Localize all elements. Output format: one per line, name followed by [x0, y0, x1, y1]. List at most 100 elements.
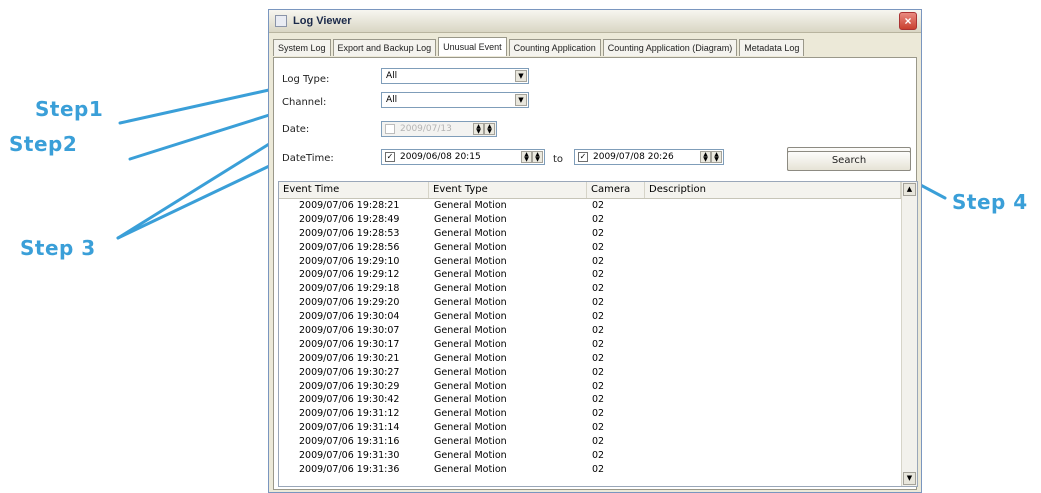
event-time-cell: 2009/07/06 19:31:30 [299, 450, 400, 462]
table-row[interactable]: 2009/07/06 19:29:12 General Motion 02 [279, 268, 901, 282]
camera-cell: 02 [592, 352, 605, 364]
vertical-scrollbar[interactable]: ▲ ▼ [901, 182, 917, 486]
event-type-cell: General Motion [434, 213, 507, 225]
event-time-cell: 2009/07/06 19:31:12 [299, 408, 400, 420]
datetime-from-value: 2009/06/08 20:15 [400, 152, 481, 162]
event-type-cell: General Motion [434, 325, 507, 337]
table-row[interactable]: 2009/07/06 19:30:21 General Motion 02 [279, 352, 901, 366]
tab-system-log[interactable]: System Log [273, 39, 331, 56]
event-type-cell: General Motion [434, 436, 507, 448]
table-row[interactable]: 2009/07/06 19:29:20 General Motion 02 [279, 296, 901, 310]
table-row[interactable]: 2009/07/06 19:30:17 General Motion 02 [279, 338, 901, 352]
table-row[interactable]: 2009/07/06 19:29:10 General Motion 02 [279, 255, 901, 269]
window-title: Log Viewer [293, 15, 352, 27]
camera-cell: 02 [592, 422, 605, 434]
table-row[interactable]: 2009/07/06 19:31:36 General Motion 02 [279, 463, 901, 477]
step3-pointer-date [116, 134, 284, 240]
spin-arrows-icon[interactable]: ▲ ▼ [473, 123, 484, 135]
event-type-cell: General Motion [434, 241, 507, 253]
date-value: 2009/07/13 [400, 124, 452, 134]
event-type-cell: General Motion [434, 380, 507, 392]
col-event-type[interactable]: Event Type [429, 182, 587, 198]
camera-cell: 02 [592, 255, 605, 267]
close-button[interactable]: × [899, 12, 917, 30]
spin-arrows-icon[interactable]: ▲ ▼ [700, 151, 711, 163]
step3-pointer-datetime [116, 157, 286, 240]
tab-export-backup-log[interactable]: Export and Backup Log [332, 39, 437, 56]
date-picker[interactable]: 2009/07/13 ▲ ▼ ▲ ▼ [381, 121, 497, 137]
datetime-to-picker[interactable]: ✓ 2009/07/08 20:26 ▲ ▼ ▲ ▼ [574, 149, 724, 165]
table-row[interactable]: 2009/07/06 19:31:12 General Motion 02 [279, 407, 901, 421]
chevron-down-icon[interactable]: ▼ [515, 70, 527, 82]
event-time-cell: 2009/07/06 19:30:04 [299, 311, 400, 323]
camera-cell: 02 [592, 436, 605, 448]
table-row[interactable]: 2009/07/06 19:30:07 General Motion 02 [279, 324, 901, 338]
spin-arrows-icon[interactable]: ▲ ▼ [484, 123, 495, 135]
table-row[interactable]: 2009/07/06 19:28:53 General Motion 02 [279, 227, 901, 241]
col-camera[interactable]: Camera [587, 182, 645, 198]
col-description[interactable]: Description [645, 182, 901, 198]
chevron-down-icon[interactable]: ▼ [515, 94, 527, 106]
datetime-from-picker[interactable]: ✓ 2009/06/08 20:15 ▲ ▼ ▲ ▼ [381, 149, 545, 165]
channel-label: Channel: [282, 97, 327, 108]
close-icon: × [904, 14, 912, 28]
camera-cell: 02 [592, 380, 605, 392]
event-type-cell: General Motion [434, 283, 507, 295]
to-label: to [553, 154, 564, 165]
title-bar[interactable]: Log Viewer × [269, 10, 921, 33]
event-time-cell: 2009/07/06 19:29:20 [299, 297, 400, 309]
camera-cell: 02 [592, 325, 605, 337]
event-time-cell: 2009/07/06 19:30:27 [299, 366, 400, 378]
table-row[interactable]: 2009/07/06 19:29:18 General Motion 02 [279, 282, 901, 296]
datetime-to-checkbox[interactable]: ✓ [578, 152, 588, 162]
log-type-select[interactable]: All ▼ [381, 68, 529, 84]
date-checkbox[interactable] [385, 124, 395, 134]
scroll-down-icon[interactable]: ▼ [903, 472, 916, 485]
event-time-cell: 2009/07/06 19:28:21 [299, 200, 400, 211]
table-row[interactable]: 2009/07/06 19:30:42 General Motion 02 [279, 393, 901, 407]
event-time-cell: 2009/07/06 19:31:16 [299, 436, 400, 448]
spin-arrows-icon[interactable]: ▲ ▼ [532, 151, 543, 163]
table-row[interactable]: 2009/07/06 19:28:56 General Motion 02 [279, 241, 901, 255]
event-list[interactable]: Event Time Event Type Camera Description… [278, 181, 918, 487]
event-type-cell: General Motion [434, 297, 507, 309]
table-row[interactable]: 2009/07/06 19:31:30 General Motion 02 [279, 449, 901, 463]
event-time-cell: 2009/07/06 19:30:17 [299, 338, 400, 350]
table-row[interactable]: 2009/07/06 19:28:21 General Motion 02 [279, 199, 901, 213]
col-event-time[interactable]: Event Time [279, 182, 429, 198]
tab-unusual-event[interactable]: Unusual Event [438, 37, 507, 56]
event-time-cell: 2009/07/06 19:30:42 [299, 394, 400, 406]
step1-label: Step1 [35, 97, 104, 121]
tab-strip: System Log Export and Backup Log Unusual… [273, 37, 806, 57]
table-row[interactable]: 2009/07/06 19:28:49 General Motion 02 [279, 213, 901, 227]
event-type-cell: General Motion [434, 450, 507, 462]
event-time-cell: 2009/07/06 19:28:49 [299, 213, 400, 225]
list-rows: 2009/07/06 19:28:21 General Motion 02 2009/… [279, 199, 901, 477]
event-type-cell: General Motion [434, 200, 507, 211]
tab-counting-application[interactable]: Counting Application [508, 39, 601, 56]
tab-metadata-log[interactable]: Metadata Log [739, 39, 805, 56]
datetime-to-value: 2009/07/08 20:26 [593, 152, 674, 162]
scroll-up-icon[interactable]: ▲ [903, 183, 916, 196]
tab-counting-application-diagram[interactable]: Counting Application (Diagram) [602, 39, 738, 56]
spin-arrows-icon[interactable]: ▲ ▼ [521, 151, 532, 163]
search-button[interactable]: Search [787, 151, 911, 171]
camera-cell: 02 [592, 338, 605, 350]
channel-select[interactable]: All ▼ [381, 92, 529, 108]
table-row[interactable]: 2009/07/06 19:30:27 General Motion 02 [279, 366, 901, 380]
channel-value: All [386, 95, 398, 105]
spin-arrows-icon[interactable]: ▲ ▼ [711, 151, 722, 163]
event-time-cell: 2009/07/06 19:30:21 [299, 352, 400, 364]
table-row[interactable]: 2009/07/06 19:30:29 General Motion 02 [279, 380, 901, 394]
log-type-label: Log Type: [282, 74, 330, 85]
table-row[interactable]: 2009/07/06 19:30:04 General Motion 02 [279, 310, 901, 324]
event-type-cell: General Motion [434, 366, 507, 378]
event-type-cell: General Motion [434, 255, 507, 267]
camera-cell: 02 [592, 408, 605, 420]
camera-cell: 02 [592, 394, 605, 406]
camera-cell: 02 [592, 283, 605, 295]
datetime-from-checkbox[interactable]: ✓ [385, 152, 395, 162]
event-time-cell: 2009/07/06 19:28:56 [299, 241, 400, 253]
table-row[interactable]: 2009/07/06 19:31:14 General Motion 02 [279, 421, 901, 435]
table-row[interactable]: 2009/07/06 19:31:16 General Motion 02 [279, 435, 901, 449]
